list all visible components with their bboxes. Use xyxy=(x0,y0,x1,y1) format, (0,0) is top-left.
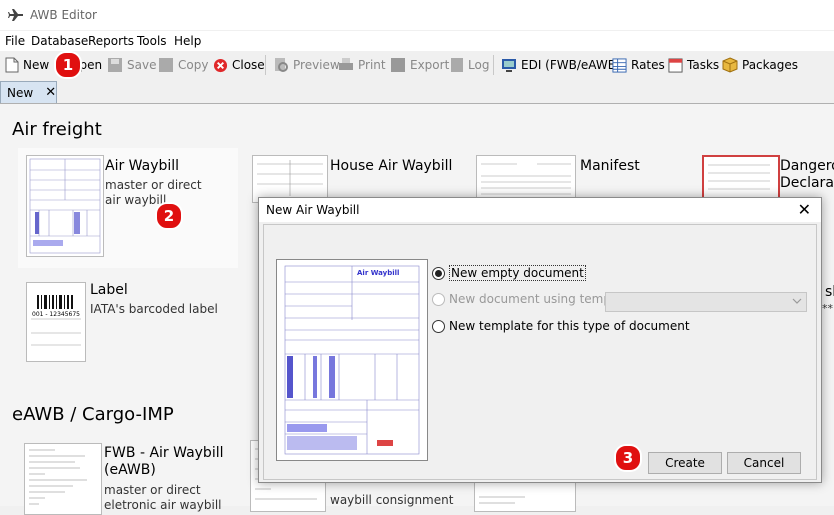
new-button[interactable]: New xyxy=(5,56,49,74)
save-icon xyxy=(108,58,122,72)
dialog-content-frame: Air Waybill New empty document New docum… xyxy=(263,224,817,480)
form-thumbnail-graphic xyxy=(481,163,571,195)
item-title: Dangero xyxy=(780,158,834,174)
air-waybill-preview-graphic xyxy=(284,265,420,455)
item-fwb[interactable]: FWB - Air Waybill (eAWB) master or direc… xyxy=(18,440,248,515)
consignment-description: waybill consignment xyxy=(330,493,454,507)
option-new-template[interactable]: New template for this type of document xyxy=(432,319,690,333)
fwb-thumbnail xyxy=(24,443,102,515)
air-waybill-thumbnail xyxy=(26,155,104,257)
log-icon xyxy=(451,58,463,72)
cancel-button[interactable]: Cancel xyxy=(727,452,801,474)
radio-icon xyxy=(432,319,445,333)
toolbar-separator xyxy=(265,55,266,75)
item-description: IATA's barcoded label xyxy=(90,302,218,316)
monitor-icon xyxy=(502,59,516,72)
dialog-title-bar: New Air Waybill ✕ xyxy=(259,198,821,222)
section-title-eawb: eAWB / Cargo-IMP xyxy=(12,404,174,425)
item-title: FWB - Air Waybill (eAWB) xyxy=(104,445,224,478)
rates-button[interactable]: Rates xyxy=(612,56,665,74)
menu-help[interactable]: Help xyxy=(174,34,201,48)
dialog-close-icon[interactable]: ✕ xyxy=(798,200,811,219)
copy-button[interactable]: Copy xyxy=(158,56,208,74)
tab-new[interactable]: New ✕ xyxy=(0,81,57,103)
chevron-down-icon xyxy=(792,298,802,304)
item-title: Air Waybill xyxy=(105,158,180,174)
barcode-icon xyxy=(31,295,81,346)
barcode-number: 001 - 12345675 xyxy=(32,311,80,318)
form-thumbnail-graphic xyxy=(29,158,101,254)
document-preview: Air Waybill xyxy=(276,259,428,461)
close-circle-icon xyxy=(213,58,228,72)
preview-title: Air Waybill xyxy=(357,269,400,277)
tasks-button[interactable]: Tasks xyxy=(668,56,719,74)
tab-close-icon[interactable]: ✕ xyxy=(45,85,56,100)
packages-button[interactable]: Packages xyxy=(722,56,798,74)
radio-selected-icon xyxy=(432,266,445,280)
save-button[interactable]: Save xyxy=(107,56,156,74)
create-button[interactable]: Create xyxy=(648,452,722,474)
window-title: AWB Editor xyxy=(30,8,97,22)
text-document-graphic xyxy=(29,449,87,505)
item-air-waybill[interactable]: Air Waybill master or direct air waybill xyxy=(18,148,238,268)
option-new-empty-document[interactable]: New empty document xyxy=(432,265,586,281)
export-button[interactable]: Export xyxy=(390,56,449,74)
preview-button[interactable]: Preview xyxy=(273,56,340,74)
toolbar: New Open Save Copy Close Preview Print E… xyxy=(0,51,834,79)
step-badge-3: 3 xyxy=(614,444,642,472)
copy-icon xyxy=(159,58,173,72)
new-document-icon xyxy=(5,57,19,73)
partial-item-description: ** xyxy=(822,302,833,315)
label-thumbnail: 001 - 12345675 xyxy=(26,282,86,362)
form-thumbnail-graphic xyxy=(708,164,770,190)
preview-icon xyxy=(275,58,288,72)
title-bar: AWB Editor xyxy=(0,0,834,30)
menu-file[interactable]: File xyxy=(5,34,25,48)
toolbar-separator xyxy=(493,55,494,75)
section-title-air-freight: Air freight xyxy=(12,119,102,140)
export-icon xyxy=(391,58,405,72)
tab-strip: New ✕ xyxy=(0,79,834,104)
item-title: House Air Waybill xyxy=(330,158,453,174)
menu-tools[interactable]: Tools xyxy=(137,34,167,48)
step-badge-1: 1 xyxy=(54,51,82,79)
template-select[interactable] xyxy=(605,292,807,312)
item-title: Manifest xyxy=(580,158,640,174)
item-title-line2: Declaratio xyxy=(780,175,834,191)
calendar-icon xyxy=(668,57,683,73)
close-button[interactable]: Close xyxy=(213,56,265,74)
dialog-title: New Air Waybill xyxy=(266,203,360,217)
package-icon xyxy=(722,57,738,73)
option-new-from-template[interactable]: New document using template xyxy=(432,292,634,306)
partial-item-title: sl xyxy=(825,284,834,300)
item-label[interactable]: 001 - 12345675 Label IATA's barcoded lab… xyxy=(18,276,238,366)
log-button[interactable]: Log xyxy=(450,56,489,74)
printer-icon xyxy=(339,58,353,70)
airplane-icon xyxy=(8,9,23,21)
menu-reports[interactable]: Reports xyxy=(88,34,134,48)
menu-bar: File Database Reports Tools Help xyxy=(0,31,834,51)
menu-database[interactable]: Database xyxy=(31,34,88,48)
table-icon xyxy=(612,57,627,73)
new-air-waybill-dialog: New Air Waybill ✕ Air Waybill New empty … xyxy=(258,197,822,483)
form-thumbnail-graphic xyxy=(257,160,323,196)
item-title: Label xyxy=(90,282,128,298)
edi-button[interactable]: EDI (FWB/eAWB) xyxy=(501,56,621,74)
print-button[interactable]: Print xyxy=(338,56,386,74)
radio-icon xyxy=(432,292,445,306)
house-air-waybill-thumbnail xyxy=(252,155,328,203)
item-description: master or direct eletronic air waybill xyxy=(104,483,222,512)
step-badge-2: 2 xyxy=(155,202,183,230)
manifest-thumbnail xyxy=(476,155,576,203)
